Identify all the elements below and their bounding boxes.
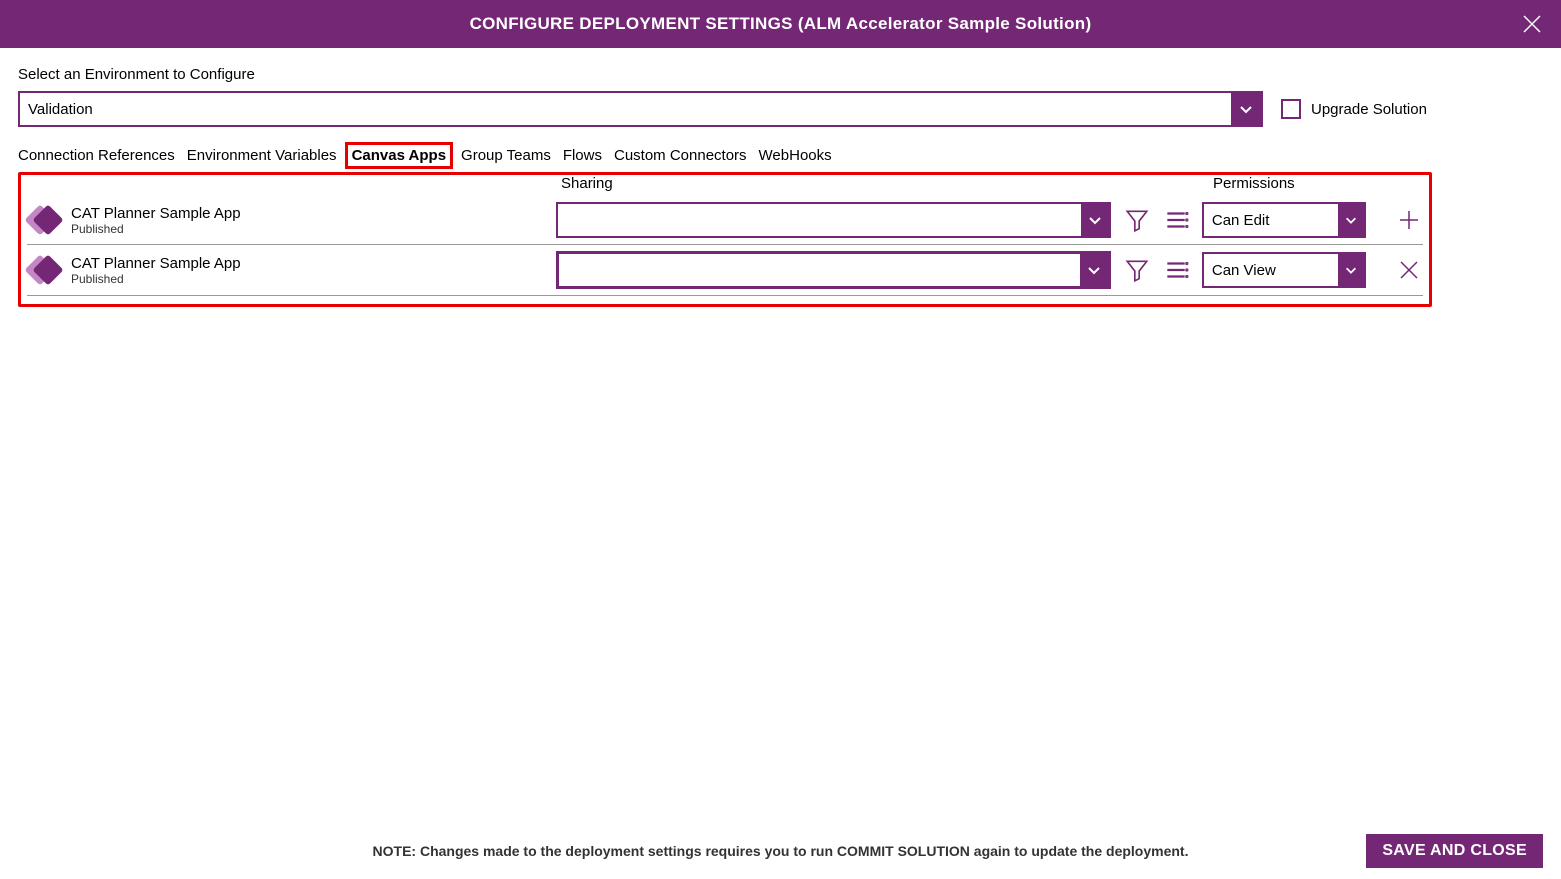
remove-row-button[interactable] [1396, 256, 1423, 284]
app-status: Published [71, 272, 241, 286]
sharing-value [559, 254, 1081, 286]
save-and-close-button[interactable]: SAVE AND CLOSE [1366, 834, 1543, 868]
chevron-down-icon [1338, 254, 1364, 286]
tabs-bar: Connection References Environment Variab… [18, 145, 1543, 166]
column-header-app [27, 175, 561, 192]
app-row: CAT Planner Sample App Published Can Edi… [27, 196, 1423, 245]
close-icon [1399, 260, 1419, 280]
sharing-select[interactable] [556, 202, 1112, 238]
footer-note: NOTE: Changes made to the deployment set… [373, 843, 1189, 859]
upgrade-solution-checkbox[interactable] [1281, 99, 1301, 119]
tab-canvas-apps[interactable]: Canvas Apps [345, 142, 453, 169]
list-icon [1163, 207, 1189, 233]
permission-value: Can View [1204, 254, 1338, 286]
close-button[interactable] [1521, 13, 1543, 35]
filter-button[interactable] [1123, 206, 1150, 234]
canvas-apps-panel: Sharing Permissions CAT Planner Sample A… [18, 172, 1432, 307]
chevron-down-icon [1080, 254, 1108, 286]
environment-select[interactable]: Validation [18, 91, 1263, 127]
tab-environment-variables[interactable]: Environment Variables [187, 145, 337, 166]
list-icon [1163, 257, 1189, 283]
tab-flows[interactable]: Flows [563, 145, 602, 166]
environment-select-value: Validation [20, 93, 1231, 125]
plus-icon [1398, 209, 1420, 231]
environment-label: Select an Environment to Configure [18, 66, 1543, 83]
sharing-select[interactable] [556, 251, 1112, 289]
sharing-value [558, 204, 1082, 236]
upgrade-solution-label: Upgrade Solution [1311, 101, 1427, 118]
filter-button[interactable] [1123, 256, 1150, 284]
column-header-permissions: Permissions [1209, 175, 1423, 192]
chevron-down-icon [1231, 93, 1261, 125]
list-button[interactable] [1163, 206, 1190, 234]
filter-icon [1124, 257, 1150, 283]
tab-custom-connectors[interactable]: Custom Connectors [614, 145, 747, 166]
permission-select[interactable]: Can View [1202, 252, 1366, 288]
list-button[interactable] [1163, 256, 1190, 284]
upgrade-solution-option: Upgrade Solution [1281, 99, 1427, 119]
tab-webhooks[interactable]: WebHooks [759, 145, 832, 166]
powerapps-icon [27, 254, 61, 286]
column-header-sharing: Sharing [561, 175, 1209, 192]
app-row: CAT Planner Sample App Published Can Vie… [27, 245, 1423, 296]
app-status: Published [71, 222, 241, 236]
permission-value: Can Edit [1204, 204, 1338, 236]
app-name: CAT Planner Sample App [71, 205, 241, 222]
tab-connection-references[interactable]: Connection References [18, 145, 175, 166]
add-row-button[interactable] [1396, 206, 1423, 234]
powerapps-icon [27, 204, 61, 236]
filter-icon [1124, 207, 1150, 233]
app-name: CAT Planner Sample App [71, 255, 241, 272]
close-icon [1522, 14, 1542, 34]
permission-select[interactable]: Can Edit [1202, 202, 1366, 238]
dialog-header: CONFIGURE DEPLOYMENT SETTINGS (ALM Accel… [0, 0, 1561, 48]
dialog-title: CONFIGURE DEPLOYMENT SETTINGS (ALM Accel… [470, 14, 1092, 34]
tab-group-teams[interactable]: Group Teams [461, 145, 551, 166]
chevron-down-icon [1081, 204, 1109, 236]
chevron-down-icon [1338, 204, 1364, 236]
dialog-footer: NOTE: Changes made to the deployment set… [0, 843, 1561, 859]
